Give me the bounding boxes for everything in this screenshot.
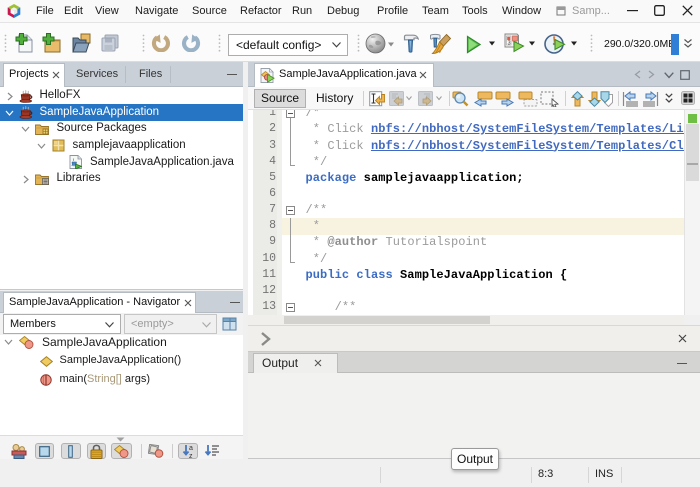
svg-text:a: a (189, 445, 193, 452)
svg-text:3: 3 (508, 41, 511, 47)
